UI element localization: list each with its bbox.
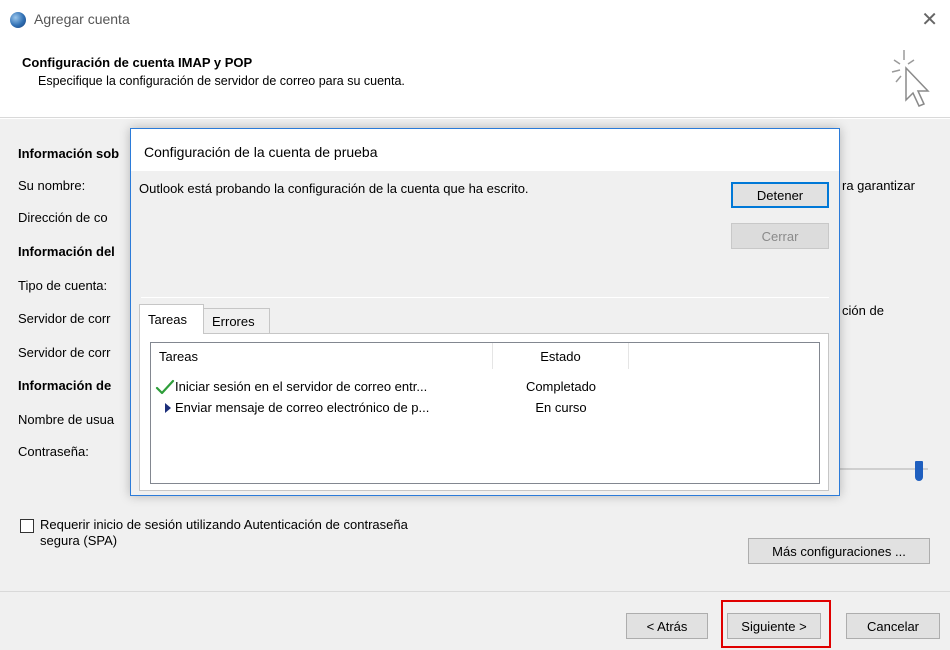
outlook-globe-icon [10,12,26,28]
task-name: Iniciar sesión en el servidor de correo … [175,379,428,394]
column-header-tasks[interactable]: Tareas [151,343,493,369]
column-header-status[interactable]: Estado [493,343,629,369]
section-server-info: Información del [18,244,115,259]
task-status: Completado [525,379,597,394]
dialog-message: Outlook está probando la configuración d… [139,181,529,196]
page-title: Configuración de cuenta IMAP y POP [22,55,253,70]
label-password: Contraseña: [18,444,89,459]
label-email-address: Dirección de co [18,210,108,225]
label-account-type: Tipo de cuenta: [18,278,108,293]
label-username: Nombre de usua [18,412,115,427]
dialog-titlebar: Configuración de la cuenta de prueba [131,129,839,171]
more-settings-button[interactable]: Más configuraciones ... [748,538,930,564]
section-user-info: Información sob [18,146,120,161]
list-item: Iniciar sesión en el servidor de correo … [151,377,819,397]
next-button-highlight [721,600,831,648]
checkmark-icon [155,379,175,395]
back-button[interactable]: < Atrás [626,613,708,639]
stop-button[interactable]: Detener [731,182,829,208]
wizard-header: Configuración de cuenta IMAP y POP Espec… [0,40,950,118]
window-title: Agregar cuenta [34,11,130,27]
tasks-tab-panel: Tareas Estado Iniciar sesión en el servi… [139,333,829,491]
close-button[interactable]: Cerrar [731,223,829,249]
close-icon[interactable]: ✕ [921,7,938,31]
offline-mail-slider-thumb[interactable] [915,461,923,481]
spa-checkbox[interactable] [20,519,34,533]
section-logon-info: Información de [18,378,112,393]
task-name: Enviar mensaje de correo electrónico de … [175,400,430,415]
tab-tasks[interactable]: Tareas [139,304,204,334]
test-account-settings-dialog: Configuración de la cuenta de prueba Out… [130,128,840,496]
task-status: En curso [535,400,587,415]
label-incoming-server: Servidor de corr [18,311,111,326]
dialog-divider [141,297,829,298]
arrow-right-icon [165,403,171,413]
list-item: Enviar mensaje de correo electrónico de … [151,398,819,418]
label-your-name: Su nombre: [18,178,86,193]
dialog-title: Configuración de la cuenta de prueba [144,144,378,160]
list-header: Tareas Estado [151,343,819,369]
cursor-sparkle-icon [891,50,930,107]
label-outgoing-server: Servidor de corr [18,345,111,360]
cancel-button[interactable]: Cancelar [846,613,940,639]
tab-errors[interactable]: Errores [204,308,270,334]
description-text-fragment-2: ción de [842,303,884,318]
tasks-list: Tareas Estado Iniciar sesión en el servi… [150,342,820,484]
spa-checkbox-label: Requerir inicio de sesión utilizando Aut… [40,517,408,548]
window-titlebar: Agregar cuenta ✕ [0,0,950,40]
description-text-fragment-1: ra garantizar [842,178,915,193]
page-subtitle: Especifique la configuración de servidor… [38,74,405,88]
